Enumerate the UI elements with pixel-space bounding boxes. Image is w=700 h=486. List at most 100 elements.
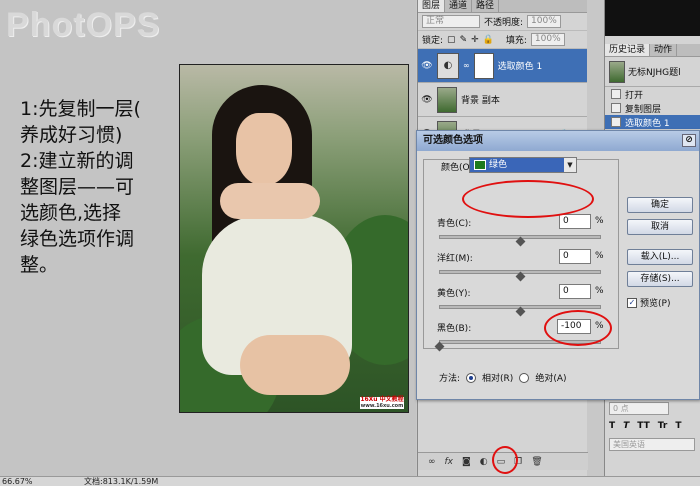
- preview-label: 预览(P): [640, 299, 671, 309]
- fx-icon[interactable]: fx: [445, 457, 454, 467]
- eye-icon[interactable]: 👁: [421, 94, 433, 106]
- document-photo[interactable]: 16Xu 中文教程 www.16xu.com: [179, 64, 409, 413]
- blend-mode-select[interactable]: 正常: [422, 15, 480, 28]
- history-item[interactable]: 打开: [605, 87, 700, 101]
- mask-icon[interactable]: ◙: [462, 457, 471, 467]
- annotation-ellipse-color: [462, 180, 594, 218]
- tab-channels[interactable]: 通道: [445, 0, 473, 12]
- style-button[interactable]: T: [609, 421, 615, 431]
- tracking-field[interactable]: 0 点: [609, 401, 669, 415]
- blend-opacity-row: 正常 不透明度: 100%: [418, 13, 587, 31]
- load-button[interactable]: 载入(L)...: [627, 249, 693, 265]
- lock-all-icon[interactable]: 🔒: [483, 35, 494, 45]
- tutorial-line: 2:建立新的调: [20, 150, 134, 172]
- dialog-title-bar[interactable]: 可选颜色选项 ⊘: [417, 131, 699, 151]
- tab-paths[interactable]: 路径: [472, 0, 500, 12]
- ok-button[interactable]: 确定: [627, 197, 693, 213]
- lock-fill-row: 锁定: ▢ ✎ ✛ 🔒 填充: 100%: [418, 31, 587, 49]
- save-button[interactable]: 存储(S)...: [627, 271, 693, 287]
- link-icon: ∞: [463, 61, 470, 70]
- radio-absolute[interactable]: [519, 372, 530, 383]
- fill-field[interactable]: 100%: [530, 33, 565, 46]
- snapshot-name: 无标NJHG题l: [628, 68, 681, 78]
- tutorial-line: 养成好习惯): [20, 124, 123, 146]
- color-swatch: [474, 160, 486, 170]
- selective-color-dialog: 可选颜色选项 ⊘ 颜色(O): 绿色 ▼ 青色(C): 0% 洋红(M): 0% 黄色(…: [416, 130, 700, 400]
- opacity-label: 不透明度:: [484, 18, 524, 28]
- tutorial-line: 整。: [20, 254, 59, 276]
- layer-name: 选取颜色 1: [497, 62, 543, 72]
- layer-mask-thumb[interactable]: [473, 52, 494, 79]
- snapshot-thumb: [609, 60, 625, 83]
- method-option-label: 相对(R): [482, 374, 514, 384]
- photo-face: [236, 113, 292, 185]
- tutorial-line: 绿色选项作调: [20, 228, 135, 250]
- lock-position-icon[interactable]: ✛: [471, 35, 479, 45]
- dropdown-arrow-icon[interactable]: ▼: [564, 158, 576, 172]
- eye-icon[interactable]: 👁: [421, 60, 433, 72]
- trash-icon[interactable]: 🗑: [531, 457, 542, 467]
- watermark-logo: PhotOPS: [6, 6, 161, 44]
- history-item[interactable]: 复制图层: [605, 101, 700, 115]
- lock-transparent-icon[interactable]: ▢: [447, 35, 456, 45]
- tutorial-line: 整图层——可: [20, 176, 135, 198]
- stamp-line: www.16xu.com: [360, 403, 404, 409]
- style-button[interactable]: T: [675, 421, 681, 431]
- adjustment-layer-icon[interactable]: ◐: [480, 457, 488, 467]
- layer-row[interactable]: 👁 背景 副本: [418, 83, 587, 117]
- color-select-value: 绿色: [489, 160, 508, 170]
- language-select[interactable]: 美国英语: [609, 437, 695, 451]
- photo-legs: [240, 335, 350, 395]
- lock-label: 锁定:: [422, 36, 444, 46]
- tab-actions[interactable]: 动作: [650, 44, 678, 56]
- photo-watermark-stamp: 16Xu 中文教程 www.16xu.com: [360, 397, 404, 409]
- layer-thumb: [437, 86, 457, 113]
- style-button[interactable]: T: [623, 421, 629, 431]
- document-size[interactable]: 文档:813.1K/1.59M: [84, 477, 158, 486]
- opacity-field[interactable]: 100%: [527, 15, 561, 28]
- tutorial-line: 1:先复制一层(: [20, 98, 141, 120]
- history-item-label: 选取颜色 1: [625, 118, 670, 129]
- color-select[interactable]: 绿色 ▼: [469, 157, 577, 173]
- history-panel-tabs: 历史记录 动作: [605, 44, 700, 57]
- char-language-row: 美国英语: [605, 435, 700, 453]
- preview-checkbox[interactable]: ✓ 预览(P): [627, 296, 670, 309]
- history-item[interactable]: 选取颜色 1: [605, 115, 700, 129]
- status-bar: 66.67% 文档:813.1K/1.59M: [0, 476, 700, 486]
- cancel-button[interactable]: 取消: [627, 219, 693, 235]
- photo-arms: [220, 183, 320, 219]
- char-style-row: T T TT Tr T: [605, 417, 700, 435]
- checkbox-icon[interactable]: ✓: [627, 297, 637, 308]
- method-label: 方法:: [439, 374, 461, 384]
- slider-value-input[interactable]: 0: [559, 214, 591, 229]
- radio-relative[interactable]: [466, 372, 477, 383]
- history-state-icon: [611, 117, 621, 127]
- layer-row[interactable]: 👁 ◐ ∞ 选取颜色 1: [418, 49, 587, 83]
- slider-value-input[interactable]: 0: [559, 284, 591, 299]
- tab-layers[interactable]: 图层: [418, 0, 446, 12]
- method-row: 方法: 相对(R) 绝对(A): [439, 371, 567, 384]
- link-icon[interactable]: ∞: [428, 457, 436, 467]
- slider-value-input[interactable]: 0: [559, 249, 591, 264]
- style-button[interactable]: Tr: [658, 421, 668, 431]
- tutorial-line: 选颜色,选择: [20, 202, 122, 224]
- tab-history[interactable]: 历史记录: [605, 44, 651, 56]
- slider-label: 黄色(Y):: [437, 289, 471, 299]
- lock-image-icon[interactable]: ✎: [460, 35, 468, 45]
- layer-name: 背景 副本: [461, 96, 500, 106]
- navigator-preview[interactable]: [605, 0, 700, 36]
- history-item-label: 打开: [625, 90, 644, 101]
- percent-unit: %: [595, 251, 604, 261]
- history-state-icon: [611, 89, 621, 99]
- history-state-icon: [611, 103, 621, 113]
- zoom-level[interactable]: 66.67%: [2, 477, 33, 486]
- history-snapshot[interactable]: 无标NJHG题l: [605, 57, 700, 87]
- style-button[interactable]: TT: [637, 421, 650, 431]
- percent-unit: %: [595, 216, 604, 226]
- close-icon[interactable]: ⊘: [682, 134, 696, 147]
- slider-label: 黑色(B):: [437, 324, 472, 334]
- document-canvas-area: PhotOPS 1:先复制一层( 养成好习惯) 2:建立新的调 整图层——可 选…: [0, 0, 416, 476]
- percent-unit: %: [595, 286, 604, 296]
- stamp-line: 16Xu 中文教程: [360, 396, 404, 403]
- history-item-label: 复制图层: [625, 104, 662, 115]
